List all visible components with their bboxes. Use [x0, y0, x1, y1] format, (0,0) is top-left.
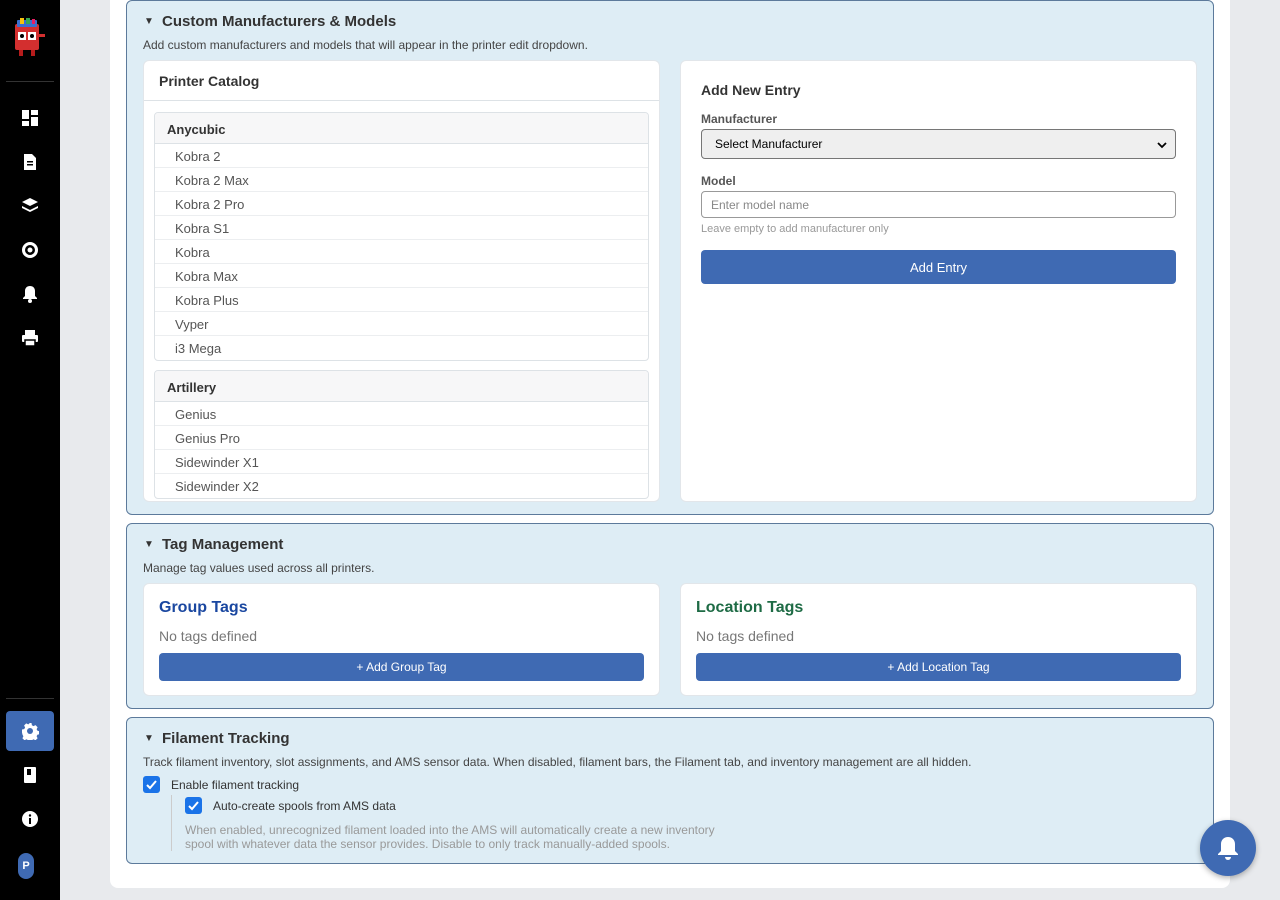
enable-filament-label: Enable filament tracking — [171, 778, 300, 792]
model-item[interactable]: Sidewinder X1 — [155, 450, 648, 474]
location-tags-panel: Location Tags No tags defined + Add Loca… — [680, 583, 1197, 696]
nav-notifications[interactable] — [8, 275, 52, 313]
nav-settings[interactable] — [6, 711, 54, 751]
nav-layers[interactable] — [8, 187, 52, 225]
enable-filament-checkbox[interactable] — [143, 776, 160, 793]
section-description: Add custom manufacturers and models that… — [143, 38, 588, 52]
manufacturer-select[interactable]: Select Manufacturer — [701, 129, 1176, 159]
group-tags-empty: No tags defined — [159, 628, 258, 644]
auto-create-spools-label: Auto-create spools from AMS data — [213, 799, 396, 813]
checkmark-icon — [146, 780, 157, 790]
section-title: Custom Manufacturers & Models — [162, 13, 397, 30]
layers-icon — [22, 198, 38, 212]
group-tags-panel: Group Tags No tags defined + Add Group T… — [143, 583, 660, 696]
section-description: Track filament inventory, slot assignmen… — [143, 755, 972, 769]
model-item[interactable]: Kobra — [155, 240, 648, 264]
model-item[interactable]: Genius Pro — [155, 426, 648, 450]
model-item[interactable]: Sidewinder X2 — [155, 474, 648, 498]
manufacturer-name: Anycubic — [155, 113, 648, 144]
model-item[interactable]: Genius — [155, 402, 648, 426]
manufacturer-name: Artillery — [155, 371, 648, 402]
group-tags-title: Group Tags — [159, 599, 248, 616]
section-toggle[interactable]: ▼ Tag Management — [144, 536, 283, 553]
checkmark-icon — [188, 801, 199, 811]
gear-icon — [22, 723, 39, 740]
sidebar: P — [0, 0, 60, 900]
document-icon — [24, 154, 36, 170]
nav-about[interactable] — [8, 800, 52, 838]
model-item[interactable]: Kobra 2 Pro — [155, 192, 648, 216]
section-description: Manage tag values used across all printe… — [143, 561, 375, 575]
nav-printers[interactable] — [8, 319, 52, 357]
location-tags-title: Location Tags — [696, 599, 804, 616]
add-entry-button[interactable]: Add Entry — [701, 250, 1176, 284]
catalog-title: Printer Catalog — [144, 61, 659, 101]
model-hint: Leave empty to add manufacturer only — [701, 223, 889, 235]
caret-down-icon: ▼ — [144, 733, 154, 744]
caret-down-icon: ▼ — [144, 539, 154, 550]
printer-icon — [22, 330, 38, 347]
model-item[interactable]: Vyper — [155, 312, 648, 336]
add-entry-panel: Add New Entry Manufacturer Select Manufa… — [680, 60, 1197, 502]
form-title: Add New Entry — [701, 82, 801, 98]
sidebar-divider — [6, 81, 54, 82]
printer-mascot-logo[interactable] — [11, 16, 49, 58]
sub-option-indent-line — [171, 795, 172, 851]
nav-documents[interactable] — [8, 143, 52, 181]
nav-docs[interactable] — [8, 756, 52, 794]
filament-spool-icon — [22, 242, 38, 258]
section-toggle[interactable]: ▼ Filament Tracking — [144, 730, 290, 747]
printer-catalog-panel: Printer Catalog Anycubic Kobra 2 Kobra 2… — [143, 60, 660, 502]
location-tags-empty: No tags defined — [696, 628, 795, 644]
notifications-fab[interactable] — [1200, 820, 1256, 876]
bell-icon — [23, 286, 37, 303]
manufacturer-label: Manufacturer — [701, 112, 778, 126]
auto-create-spools-checkbox[interactable] — [185, 797, 202, 814]
model-item[interactable]: Kobra S1 — [155, 216, 648, 240]
bell-icon — [1218, 837, 1238, 860]
caret-down-icon: ▼ — [144, 16, 154, 27]
info-icon — [22, 811, 38, 827]
nav-filament[interactable] — [8, 231, 52, 269]
dashboard-icon — [22, 110, 38, 126]
model-item[interactable]: Kobra 2 — [155, 144, 648, 168]
manufacturer-group-artillery: Artillery Genius Genius Pro Sidewinder X… — [154, 370, 649, 499]
section-toggle[interactable]: ▼ Custom Manufacturers & Models — [144, 13, 396, 30]
sidebar-divider — [6, 698, 54, 699]
chevron-down-icon — [1157, 142, 1167, 149]
add-group-tag-button[interactable]: + Add Group Tag — [159, 653, 644, 681]
model-label: Model — [701, 174, 736, 188]
model-name-input[interactable]: Enter model name — [701, 191, 1176, 218]
avatar[interactable]: P — [18, 853, 34, 879]
tag-management-section: ▼ Tag Management Manage tag values used … — [126, 523, 1214, 709]
section-title: Filament Tracking — [162, 730, 290, 747]
book-icon — [24, 767, 36, 783]
section-title: Tag Management — [162, 536, 284, 553]
model-item[interactable]: Kobra Max — [155, 264, 648, 288]
add-location-tag-button[interactable]: + Add Location Tag — [696, 653, 1181, 681]
model-item[interactable]: i3 Mega — [155, 336, 648, 360]
model-item[interactable]: Kobra Plus — [155, 288, 648, 312]
manufacturer-select-value: Select Manufacturer — [715, 137, 823, 151]
auto-create-description: When enabled, unrecognized filament load… — [185, 823, 715, 851]
custom-manufacturers-section: ▼ Custom Manufacturers & Models Add cust… — [126, 0, 1214, 515]
nav-dashboard[interactable] — [8, 99, 52, 137]
manufacturer-group-anycubic: Anycubic Kobra 2 Kobra 2 Max Kobra 2 Pro… — [154, 112, 649, 361]
model-item[interactable]: Kobra 2 Max — [155, 168, 648, 192]
